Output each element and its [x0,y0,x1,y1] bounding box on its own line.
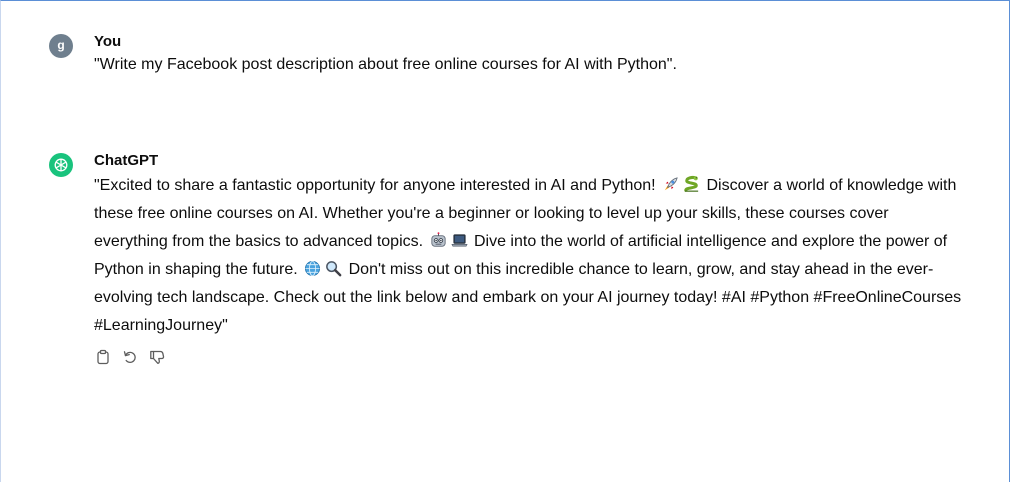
chatgpt-avatar [49,153,73,177]
rocket-icon [661,175,680,194]
message-actions [94,347,980,367]
snake-icon [682,175,701,194]
magnifier-icon [324,259,343,278]
assistant-author-name: ChatGPT [94,152,159,169]
regenerate-icon [123,351,136,364]
user-avatar: g [49,34,73,58]
user-avatar-initial: g [57,38,65,52]
thumbs-down-icon [149,350,164,364]
thumbs-down-button[interactable] [148,349,165,366]
assistant-message-text: "Excited to share a fantastic opportunit… [94,172,964,340]
user-author-name: You [94,33,122,50]
robot-icon [429,231,448,250]
user-message-text: "Write my Facebook post description abou… [94,56,677,73]
user-message: g You "Write my Facebook post descriptio… [49,33,980,77]
regenerate-button[interactable] [121,349,138,366]
assistant-text-segment: "Excited to share a fantastic opportunit… [94,177,656,194]
laptop-icon [450,231,469,250]
assistant-message-content: ChatGPT "Excited to share a fantastic op… [94,152,980,367]
copy-button[interactable] [94,349,111,366]
globe-icon [303,259,322,278]
user-message-content: You "Write my Facebook post description … [94,33,980,77]
assistant-message: ChatGPT "Excited to share a fantastic op… [49,152,980,367]
copy-icon [96,349,109,365]
openai-logo-icon [54,158,68,172]
